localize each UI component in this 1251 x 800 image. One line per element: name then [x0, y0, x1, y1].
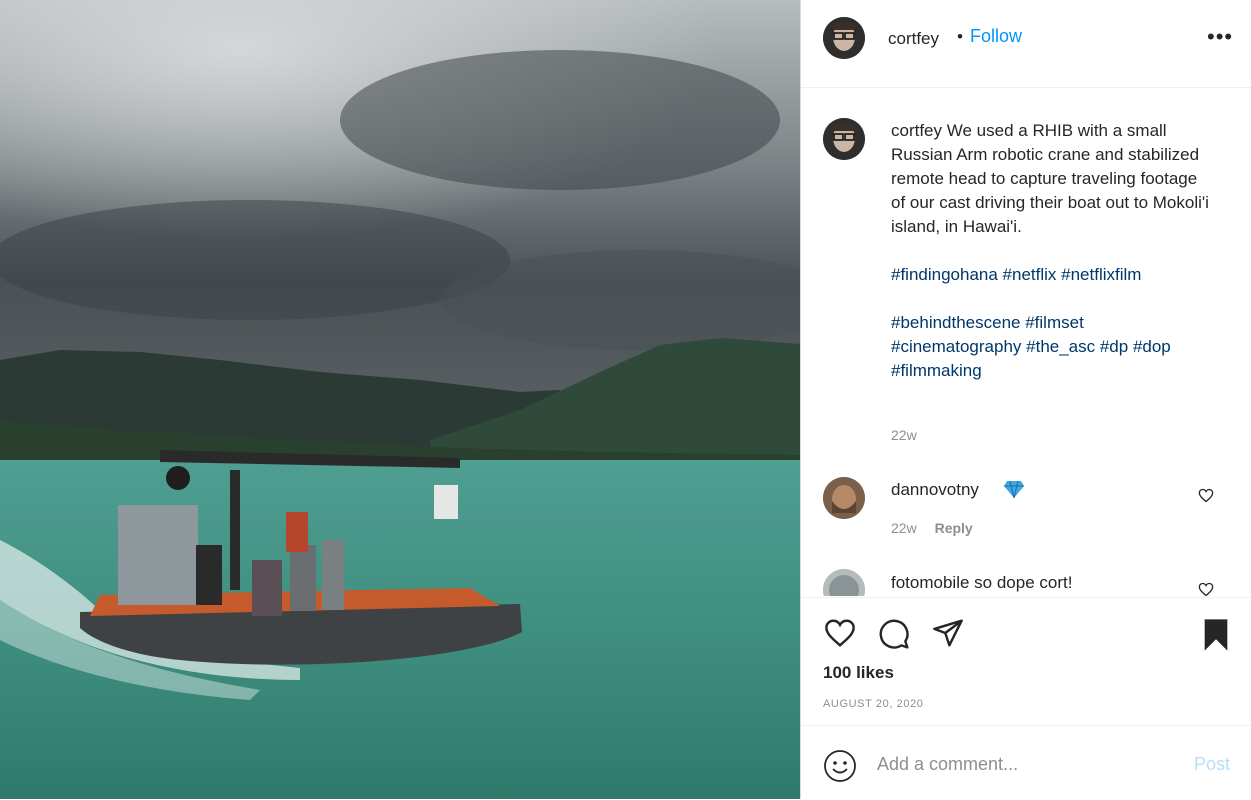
- emoji-icon[interactable]: [823, 749, 857, 783]
- post-date: AUGUST 20, 2020: [823, 698, 924, 710]
- profile-face-icon: [823, 477, 865, 519]
- post-photo[interactable]: [0, 0, 800, 799]
- reply-button[interactable]: Reply: [935, 520, 973, 536]
- like-comment-heart-icon[interactable]: [1198, 582, 1214, 596]
- add-comment-bar: Add a comment... Post: [801, 725, 1251, 800]
- share-icon[interactable]: [931, 618, 965, 648]
- likes-count[interactable]: 100 likes: [823, 663, 894, 683]
- comments-list[interactable]: cortfey We used a RHIB with a small Russ…: [801, 88, 1251, 596]
- more-options-icon[interactable]: •••: [1207, 24, 1233, 50]
- comment-username[interactable]: dannovotny: [891, 480, 979, 500]
- bookmark-icon[interactable]: [1201, 618, 1231, 652]
- profile-face-icon: [823, 569, 865, 596]
- hashtags-line-2[interactable]: #behindthescene #filmset #cinematography…: [891, 311, 1211, 383]
- follow-button[interactable]: Follow: [970, 26, 1022, 47]
- post-header: cortfey • Follow •••: [801, 0, 1251, 88]
- profile-face-icon: [823, 17, 865, 59]
- comment-avatar[interactable]: [823, 477, 865, 519]
- post-caption: cortfey We used a RHIB with a small Russ…: [891, 119, 1211, 383]
- boat-photo-image: [0, 0, 800, 799]
- separator-dot: •: [957, 27, 963, 46]
- comment-age[interactable]: 22w: [891, 520, 917, 536]
- comment-meta: 22w Reply: [891, 520, 973, 536]
- avatar[interactable]: [823, 17, 865, 59]
- comment-icon[interactable]: [877, 618, 911, 650]
- comment-input[interactable]: Add a comment...: [877, 754, 1018, 775]
- profile-face-icon: [823, 118, 865, 160]
- caption-avatar[interactable]: [823, 118, 865, 160]
- post-panel: cortfey • Follow ••• cortfey We used a R…: [800, 0, 1251, 799]
- heart-icon[interactable]: [823, 618, 857, 648]
- like-comment-heart-icon[interactable]: [1198, 488, 1214, 503]
- post-actions: 100 likes AUGUST 20, 2020: [801, 597, 1251, 726]
- diamond-icon: [1004, 480, 1024, 499]
- post-comment-button[interactable]: Post: [1194, 754, 1230, 775]
- caption-username[interactable]: cortfey: [891, 121, 942, 140]
- post-author-username[interactable]: cortfey: [888, 29, 939, 49]
- comment-body: so dope cort!: [974, 573, 1073, 592]
- comment-username[interactable]: fotomobile: [891, 573, 969, 592]
- caption-age[interactable]: 22w: [891, 427, 917, 443]
- comment-text: fotomobile so dope cort!: [891, 573, 1072, 593]
- comment-avatar[interactable]: [823, 569, 865, 596]
- hashtags-line-1[interactable]: #findingohana #netflix #netflixfilm: [891, 263, 1211, 287]
